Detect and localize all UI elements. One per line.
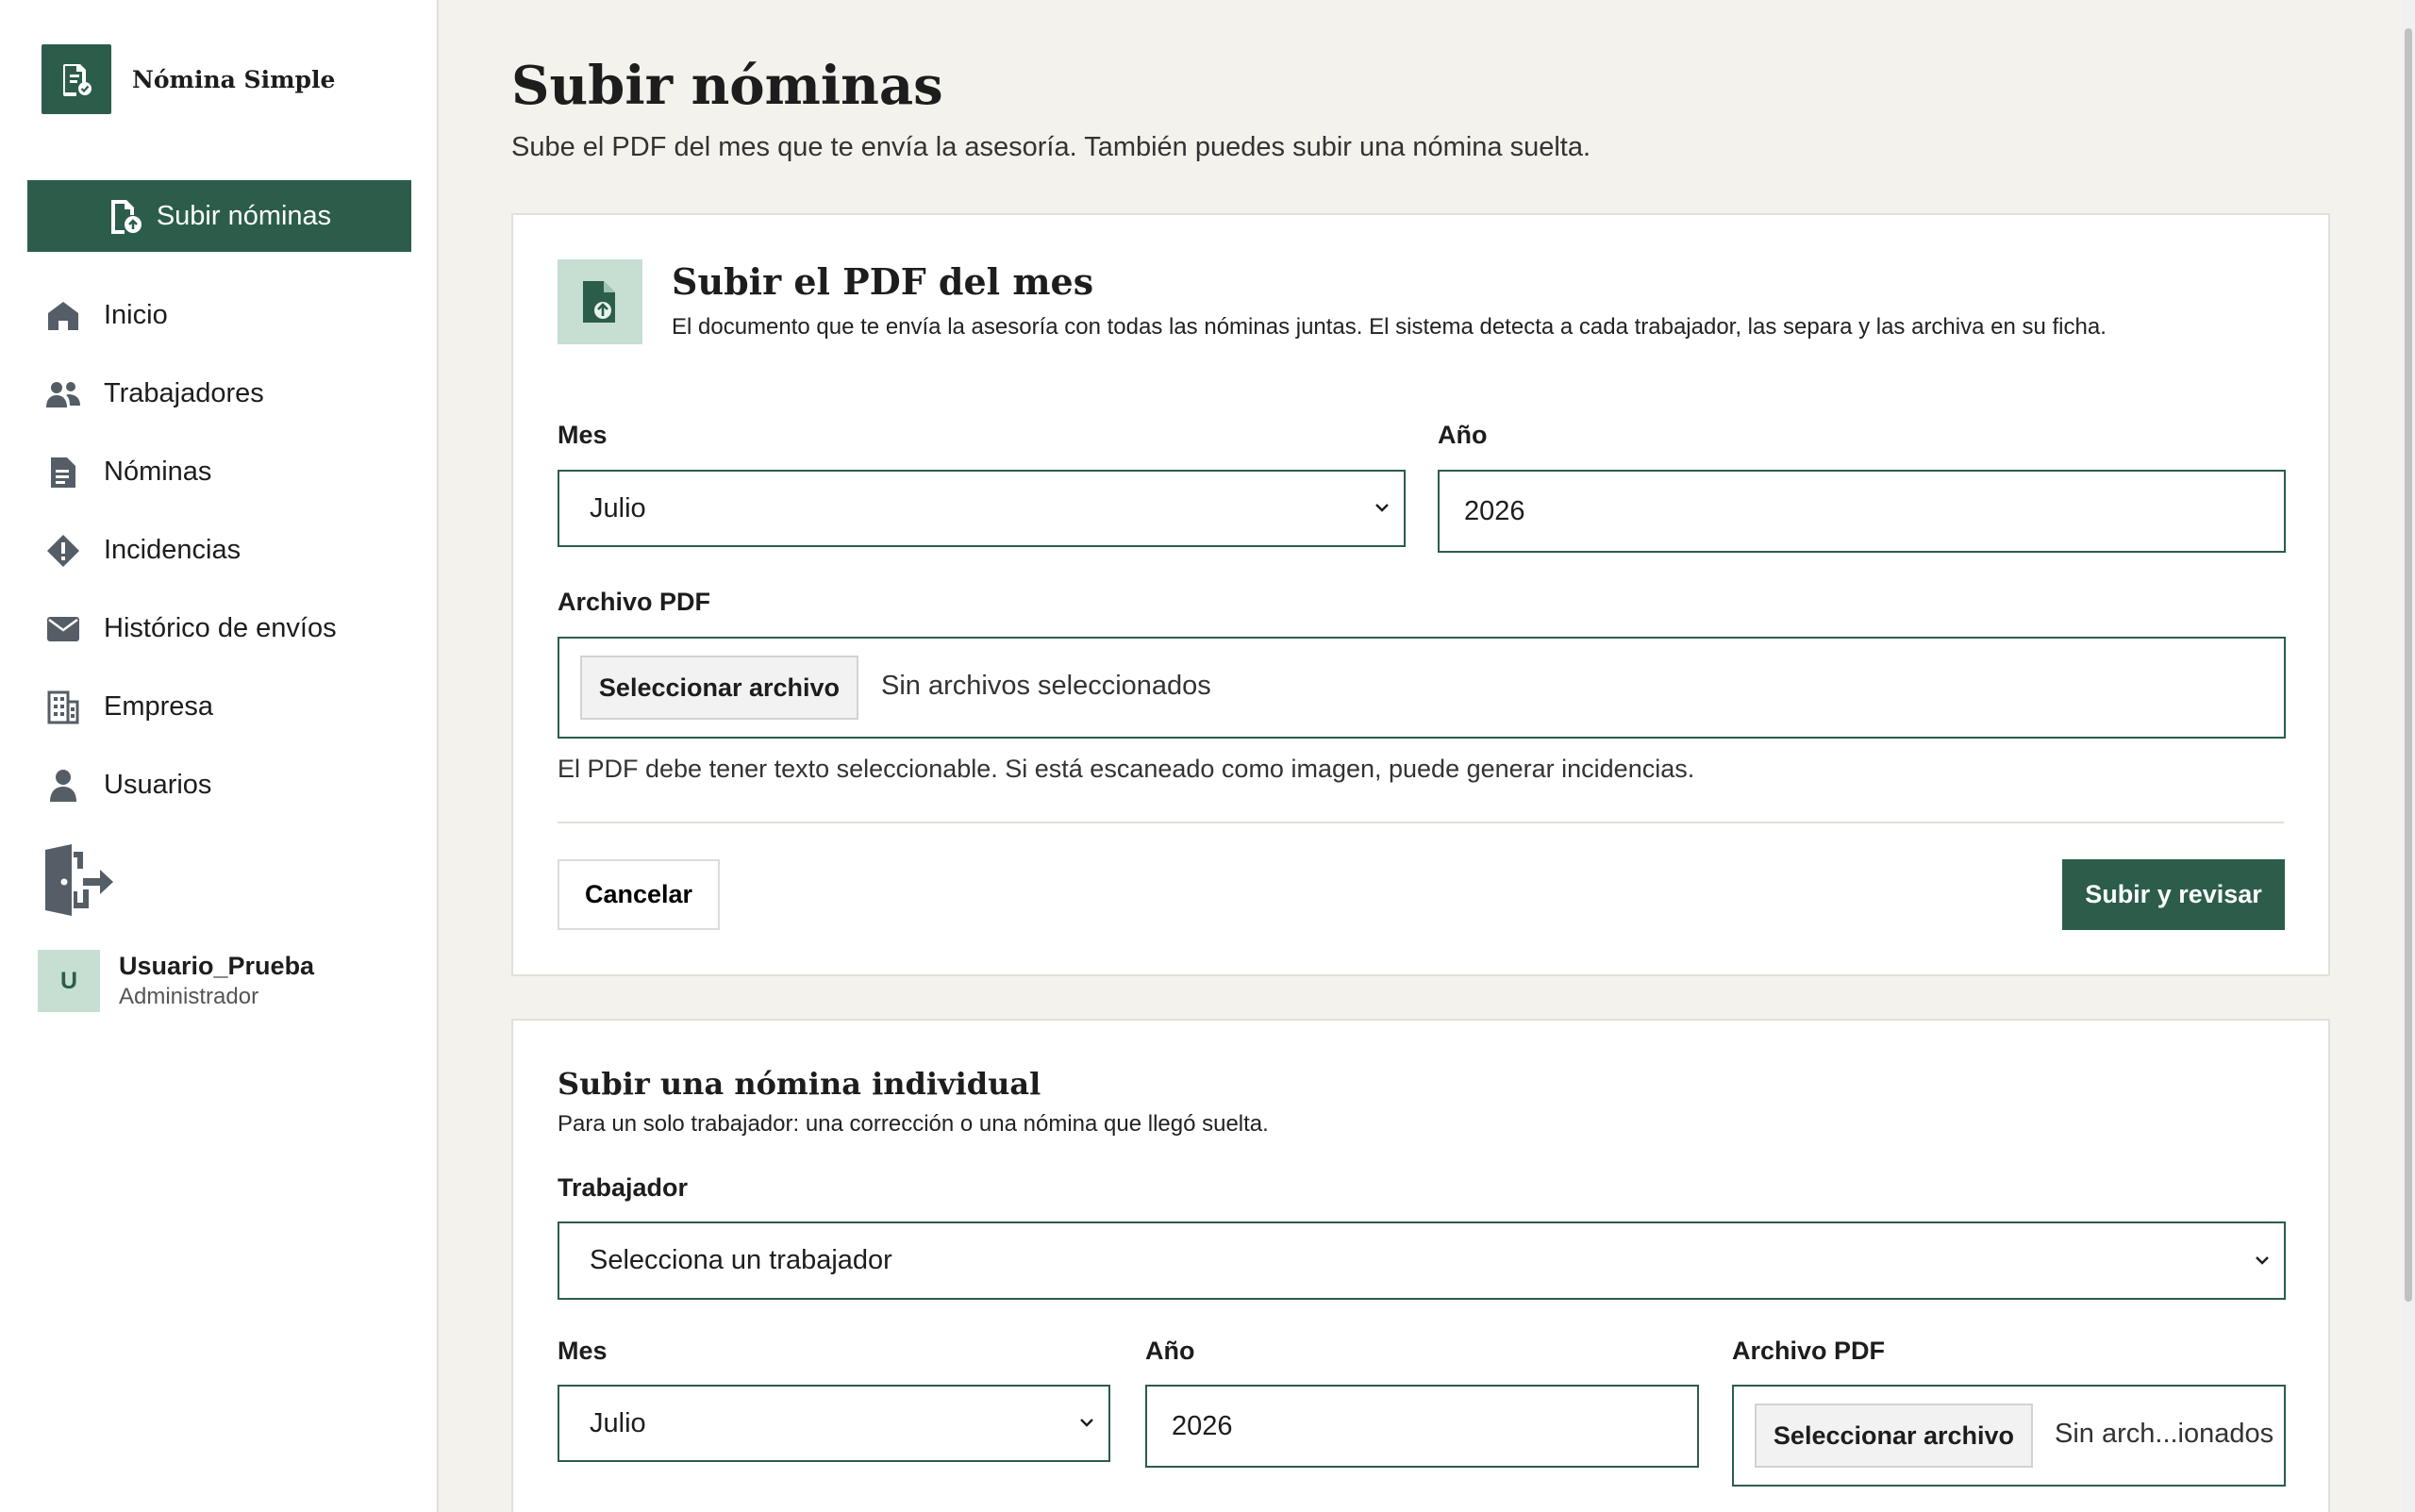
user-name: Usuario_Prueba — [119, 952, 315, 980]
month-select[interactable]: Julio — [558, 1385, 1110, 1462]
year-label: Año — [1145, 1337, 1195, 1365]
page-title: Subir nóminas — [511, 55, 943, 117]
document-icon — [45, 455, 81, 490]
sidebar-item-label: Empresa — [104, 691, 214, 722]
worker-label: Trabajador — [558, 1173, 689, 1202]
monthly-upload-card: Subir el PDF del mes El documento que te… — [511, 213, 2330, 976]
chevron-down-icon — [2256, 1255, 2269, 1265]
month-select-value: Julio — [590, 1407, 646, 1438]
file-status: Sin arch...ionados — [2055, 1419, 2274, 1449]
worker-select-placeholder: Selecciona un trabajador — [590, 1245, 892, 1275]
sidebar-item-usuarios[interactable]: Usuarios — [0, 746, 439, 824]
year-label: Año — [1438, 421, 1488, 449]
sidebar-item-label: Incidencias — [104, 535, 242, 565]
upload-payrolls-label: Subir nóminas — [156, 200, 332, 231]
month-select-value: Julio — [590, 492, 646, 523]
file-upload-icon — [110, 200, 142, 234]
chevron-down-icon — [1375, 504, 1389, 512]
worker-select[interactable]: Selecciona un trabajador — [558, 1221, 2286, 1300]
monthly-card-description: El documento que te envía la asesoría co… — [672, 314, 2107, 340]
sidebar: Nómina Simple Subir nóminas Inicio Traba… — [0, 0, 439, 1512]
file-upload-icon — [558, 259, 642, 344]
user-icon — [45, 768, 81, 804]
user-role: Administrador — [119, 984, 259, 1009]
file-label: Archivo PDF — [1732, 1337, 1886, 1365]
logout-icon[interactable] — [40, 842, 115, 918]
file-label: Archivo PDF — [558, 588, 711, 616]
payroll-logo-icon — [42, 44, 111, 114]
upload-review-button[interactable]: Subir y revisar — [2062, 859, 2285, 930]
cancel-button[interactable]: Cancelar — [558, 859, 720, 930]
month-label: Mes — [558, 1337, 608, 1365]
warning-icon — [45, 533, 81, 569]
home-icon — [45, 298, 81, 334]
brand-name: Nómina Simple — [132, 65, 336, 93]
select-file-button[interactable]: Seleccionar archivo — [580, 656, 858, 720]
sidebar-nav: Inicio Trabajadores Nóminas Incidencias … — [0, 276, 439, 824]
sidebar-item-label: Trabajadores — [104, 378, 264, 408]
brand[interactable]: Nómina Simple — [42, 44, 335, 114]
sidebar-item-label: Nóminas — [104, 457, 212, 487]
individual-card-description: Para un solo trabajador: una corrección … — [558, 1111, 1269, 1137]
sidebar-item-empresa[interactable]: Empresa — [0, 668, 439, 746]
building-icon — [45, 690, 81, 725]
monthly-card-title: Subir el PDF del mes — [672, 260, 1094, 303]
page-subtitle: Sube el PDF del mes que te envía la ases… — [511, 132, 1591, 162]
file-status: Sin archivos seleccionados — [881, 671, 1211, 701]
sidebar-item-incidencias[interactable]: Incidencias — [0, 511, 439, 590]
scrollbar-thumb[interactable] — [2405, 28, 2412, 1302]
users-icon — [45, 376, 81, 412]
pdf-hint: El PDF debe tener texto seleccionable. S… — [558, 755, 1695, 783]
scrollbar[interactable] — [2402, 0, 2415, 1512]
file-input[interactable]: Seleccionar archivo Sin arch...ionados — [1732, 1385, 2286, 1487]
year-input[interactable]: 2026 — [1145, 1385, 1699, 1468]
sidebar-item-historico[interactable]: Histórico de envíos — [0, 590, 439, 668]
chevron-down-icon — [1080, 1419, 1093, 1427]
month-select[interactable]: Julio — [558, 470, 1406, 547]
year-input[interactable]: 2026 — [1438, 470, 2286, 553]
individual-upload-card: Subir una nómina individual Para un solo… — [511, 1019, 2330, 1512]
sidebar-item-label: Usuarios — [104, 770, 212, 800]
sidebar-item-trabajadores[interactable]: Trabajadores — [0, 355, 439, 433]
file-input[interactable]: Seleccionar archivo Sin archivos selecci… — [558, 637, 2286, 739]
month-label: Mes — [558, 421, 608, 449]
select-file-button[interactable]: Seleccionar archivo — [1755, 1404, 2033, 1468]
upload-payrolls-button[interactable]: Subir nóminas — [27, 180, 411, 252]
individual-card-title: Subir una nómina individual — [558, 1066, 1041, 1102]
sidebar-item-inicio[interactable]: Inicio — [0, 276, 439, 355]
sidebar-item-nominas[interactable]: Nóminas — [0, 433, 439, 511]
avatar: U — [38, 950, 100, 1012]
sidebar-item-label: Histórico de envíos — [104, 613, 337, 643]
mail-icon — [45, 611, 81, 647]
user-profile[interactable]: U Usuario_Prueba Administrador — [38, 950, 314, 1012]
sidebar-item-label: Inicio — [104, 300, 168, 330]
divider — [558, 822, 2284, 823]
